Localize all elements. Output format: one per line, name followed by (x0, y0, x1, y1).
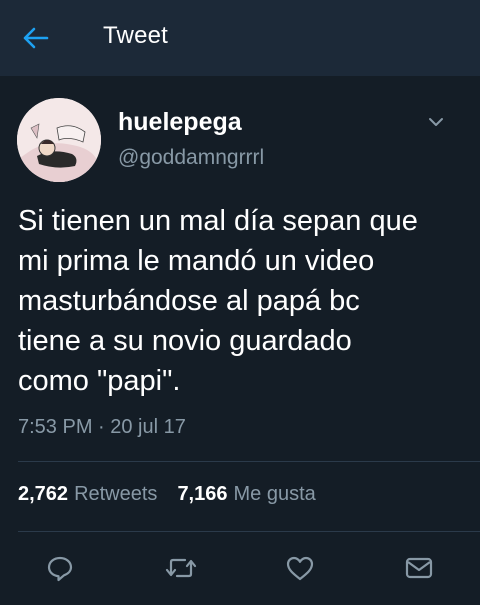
like-button[interactable] (284, 552, 316, 584)
engagement-stats: 2,762 Retweets 7,166 Me gusta (18, 483, 316, 506)
page-title: Tweet (103, 22, 169, 49)
retweet-icon (165, 554, 197, 582)
tweet-timestamp[interactable]: 7:53 PM · 20 jul 17 (18, 416, 186, 439)
reply-button[interactable] (44, 552, 76, 584)
back-button[interactable] (18, 20, 54, 56)
author-display-name[interactable]: huelepega (118, 108, 242, 137)
retweets-label: Retweets (74, 483, 158, 505)
tweet-options-button[interactable] (422, 110, 450, 134)
author-handle[interactable]: @goddamngrrrl (118, 146, 264, 170)
like-icon (285, 554, 315, 582)
avatar[interactable] (17, 98, 101, 182)
retweet-button[interactable] (165, 552, 197, 584)
direct-message-button[interactable] (403, 552, 435, 584)
retweets-count: 2,762 (18, 483, 69, 505)
reply-icon (46, 554, 74, 582)
header-shadow-divider (0, 76, 480, 82)
likes-count: 7,166 (177, 483, 228, 505)
chevron-down-icon (428, 117, 444, 127)
divider (18, 461, 480, 462)
direct-message-icon (404, 555, 434, 581)
top-app-bar: Tweet (0, 0, 480, 77)
divider (18, 531, 480, 532)
likes-label: Me gusta (233, 483, 316, 505)
retweets-stat[interactable]: 2,762 Retweets (18, 483, 157, 506)
tweet-text: Si tienen un mal día sepan que mi prima … (18, 205, 418, 397)
likes-stat[interactable]: 7,166 Me gusta (177, 483, 315, 506)
arrow-left-icon (23, 27, 49, 49)
